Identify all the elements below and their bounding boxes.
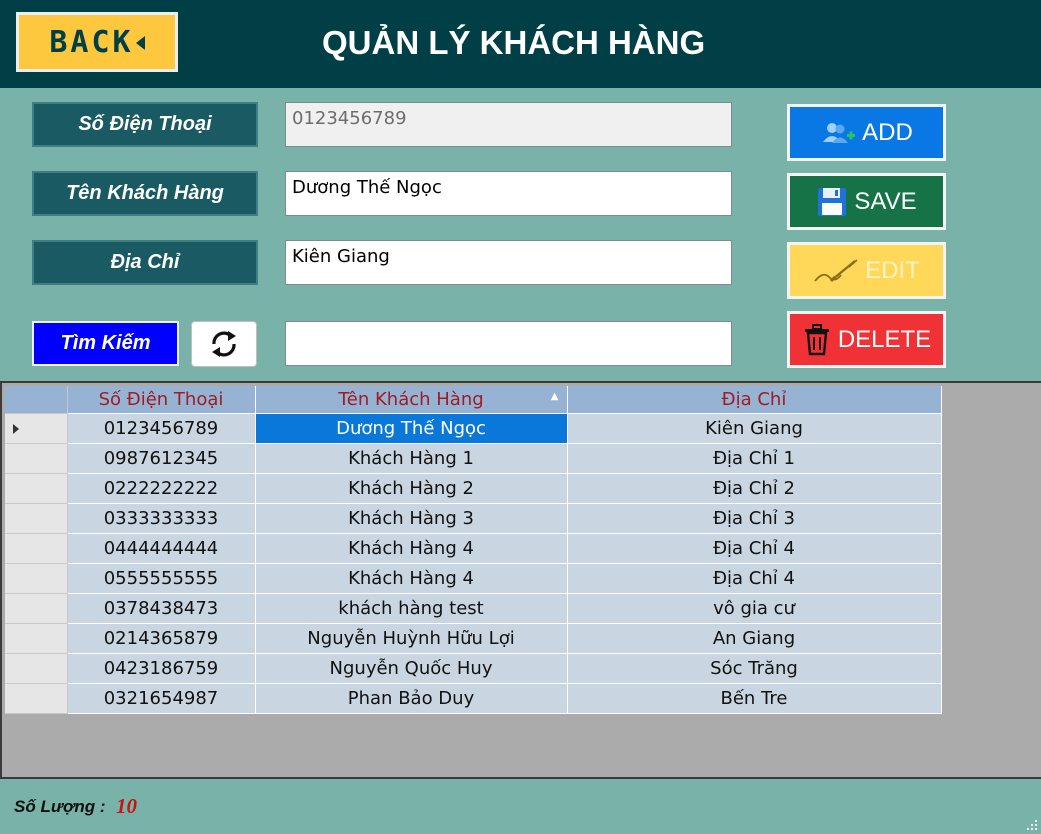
cell-address[interactable]: Địa Chỉ 4 — [567, 563, 942, 594]
cell-name[interactable]: Khách Hàng 3 — [255, 503, 568, 534]
table-row[interactable]: 0321654987 Phan Bảo Duy Bến Tre — [5, 683, 942, 714]
add-button-label: ADD — [862, 118, 913, 146]
cell-name[interactable]: Khách Hàng 1 — [255, 443, 568, 474]
customer-table: Số Điện Thoại Tên Khách Hàng ▲ Địa Chỉ 0… — [5, 386, 942, 714]
back-button-label: BACK — [49, 24, 134, 60]
cell-phone[interactable]: 0222222222 — [67, 473, 256, 504]
row-header[interactable] — [5, 653, 68, 684]
cell-phone[interactable]: 0423186759 — [67, 653, 256, 684]
delete-button-label: DELETE — [837, 325, 932, 353]
cell-name[interactable]: Phan Bảo Duy — [255, 683, 568, 714]
trash-icon — [804, 323, 829, 355]
table-row[interactable]: 0123456789 Dương Thế Ngọc Kiên Giang — [5, 413, 942, 444]
cell-phone[interactable]: 0321654987 — [67, 683, 256, 714]
table-row[interactable]: 0423186759 Nguyễn Quốc Huy Sóc Trăng — [5, 653, 942, 684]
save-button[interactable]: SAVE — [787, 173, 946, 230]
row-header[interactable] — [5, 563, 68, 594]
cell-address[interactable]: Địa Chỉ 4 — [567, 533, 942, 564]
column-header-address[interactable]: Địa Chỉ — [567, 386, 942, 414]
row-header[interactable] — [5, 413, 68, 444]
cell-address[interactable]: Bến Tre — [567, 683, 942, 714]
add-button[interactable]: ADD — [787, 104, 946, 161]
phone-field[interactable]: 0123456789 — [285, 102, 732, 147]
table-row[interactable]: 0333333333 Khách Hàng 3 Địa Chỉ 3 — [5, 503, 942, 534]
table-row[interactable]: 0222222222 Khách Hàng 2 Địa Chỉ 2 — [5, 473, 942, 504]
cell-phone[interactable]: 0123456789 — [67, 413, 256, 444]
column-header-phone[interactable]: Số Điện Thoại — [67, 386, 256, 414]
table-row[interactable]: 0214365879 Nguyễn Huỳnh Hữu Lợi An Giang — [5, 623, 942, 654]
customer-grid[interactable]: Số Điện Thoại Tên Khách Hàng ▲ Địa Chỉ 0… — [0, 381, 1041, 779]
page-title: QUẢN LÝ KHÁCH HÀNG — [322, 24, 706, 61]
add-user-icon — [823, 122, 856, 143]
count-label: Số Lượng : — [14, 797, 106, 816]
customer-name-label: Tên Khách Hàng — [32, 171, 258, 216]
cell-name[interactable]: Nguyễn Quốc Huy — [255, 653, 568, 684]
edit-button[interactable]: EDIT — [787, 242, 946, 299]
phone-label: Số Điện Thoại — [32, 102, 258, 147]
column-header-name[interactable]: Tên Khách Hàng ▲ — [255, 386, 568, 414]
cell-phone[interactable]: 0214365879 — [67, 623, 256, 654]
cell-name[interactable]: Nguyễn Huỳnh Hữu Lợi — [255, 623, 568, 654]
back-button[interactable]: BACK — [16, 12, 178, 72]
cell-address[interactable]: Địa Chỉ 2 — [567, 473, 942, 504]
cell-name[interactable]: Khách Hàng 2 — [255, 473, 568, 504]
cell-phone[interactable]: 0333333333 — [67, 503, 256, 534]
cell-phone[interactable]: 0378438473 — [67, 593, 256, 624]
row-header[interactable] — [5, 593, 68, 624]
sort-ascending-icon: ▲ — [550, 391, 559, 402]
column-header-name-label: Tên Khách Hàng — [338, 388, 484, 410]
row-header[interactable] — [5, 503, 68, 534]
address-label: Địa Chỉ — [32, 240, 258, 285]
cell-phone[interactable]: 0444444444 — [67, 533, 256, 564]
cell-name[interactable]: khách hàng test — [255, 593, 568, 624]
refresh-button[interactable] — [191, 321, 257, 367]
save-button-label: SAVE — [854, 187, 917, 215]
table-row[interactable]: 0987612345 Khách Hàng 1 Địa Chỉ 1 — [5, 443, 942, 474]
table-row[interactable]: 0378438473 khách hàng test vô gia cư — [5, 593, 942, 624]
floppy-disk-icon — [818, 187, 847, 216]
delete-button[interactable]: DELETE — [787, 311, 946, 368]
row-header[interactable] — [5, 443, 68, 474]
customer-name-field[interactable]: Dương Thế Ngọc — [285, 171, 732, 216]
cell-address[interactable]: Địa Chỉ 1 — [567, 443, 942, 474]
cell-name[interactable]: Dương Thế Ngọc — [255, 413, 568, 444]
refresh-icon — [212, 331, 236, 357]
cell-address[interactable]: vô gia cư — [567, 593, 942, 624]
row-header[interactable] — [5, 623, 68, 654]
table-row[interactable]: 0555555555 Khách Hàng 4 Địa Chỉ 4 — [5, 563, 942, 594]
cell-address[interactable]: Kiên Giang — [567, 413, 942, 444]
cell-phone[interactable]: 0987612345 — [67, 443, 256, 474]
resize-grip-icon[interactable] — [1026, 819, 1038, 831]
table-row[interactable]: 0444444444 Khách Hàng 4 Địa Chỉ 4 — [5, 533, 942, 564]
row-header[interactable] — [5, 473, 68, 504]
cell-address[interactable]: Sóc Trăng — [567, 653, 942, 684]
cell-name[interactable]: Khách Hàng 4 — [255, 533, 568, 564]
row-header[interactable] — [5, 683, 68, 714]
row-header-corner — [5, 386, 68, 414]
cell-address[interactable]: Địa Chỉ 3 — [567, 503, 942, 534]
cell-address[interactable]: An Giang — [567, 623, 942, 654]
left-triangle-icon — [135, 36, 145, 50]
search-label: Tìm Kiếm — [32, 321, 179, 366]
count-value: 10 — [116, 794, 137, 818]
cell-name[interactable]: Khách Hàng 4 — [255, 563, 568, 594]
pen-write-icon — [814, 258, 858, 282]
edit-button-label: EDIT — [865, 256, 920, 284]
cell-phone[interactable]: 0555555555 — [67, 563, 256, 594]
current-row-icon — [12, 423, 19, 434]
header-bar: BACK QUẢN LÝ KHÁCH HÀNG — [0, 0, 1041, 88]
address-field[interactable]: Kiên Giang — [285, 240, 732, 285]
search-input[interactable] — [285, 321, 732, 366]
row-header[interactable] — [5, 533, 68, 564]
